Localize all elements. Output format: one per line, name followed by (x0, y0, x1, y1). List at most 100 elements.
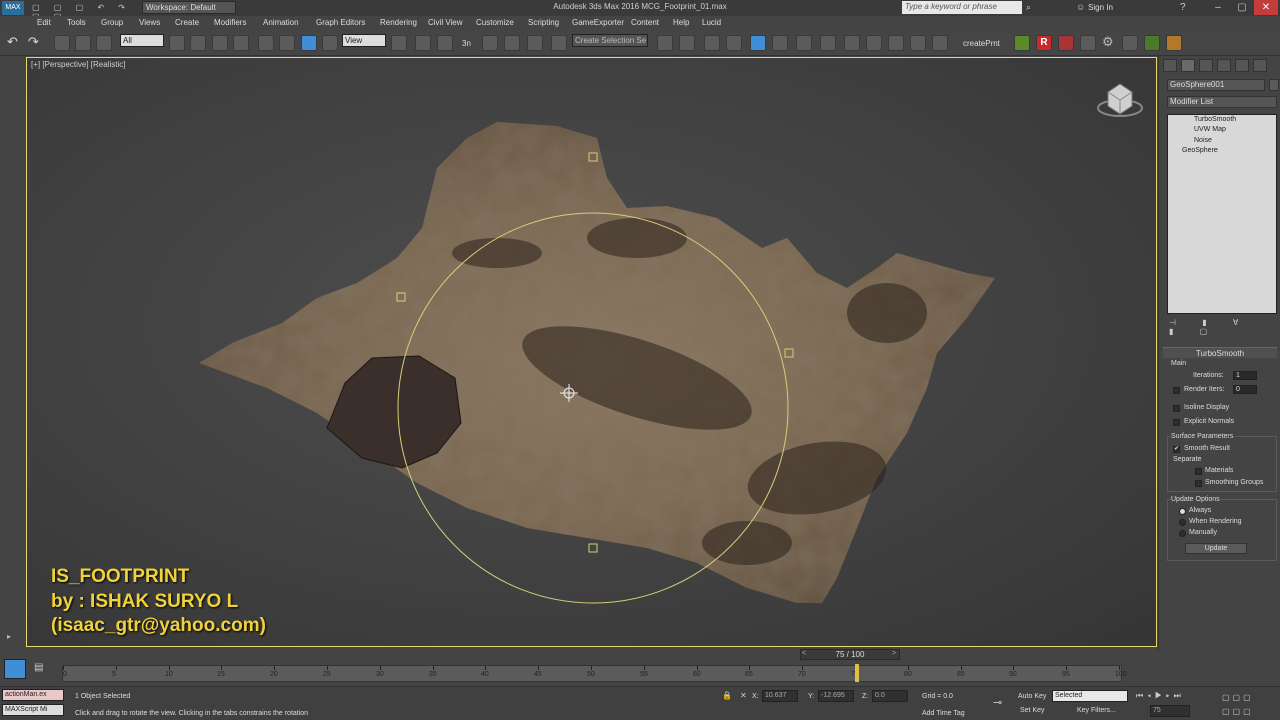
set-key-button[interactable]: Set Key (1020, 707, 1045, 714)
render-setup-icon[interactable] (844, 35, 860, 51)
redo-icon[interactable]: ↷ (28, 35, 44, 51)
script-tool-2-icon[interactable] (1058, 35, 1074, 51)
always-radio[interactable] (1179, 508, 1186, 515)
window-crossing-icon[interactable] (233, 35, 249, 51)
object-name-field[interactable]: GeoSphere001 (1167, 79, 1265, 91)
stack-tool-icons[interactable]: ⊣ ▮ ∀ ▮ ▢ (1169, 318, 1277, 336)
layer-manager-icon[interactable] (726, 35, 742, 51)
when-rendering-radio[interactable] (1179, 519, 1186, 526)
bind-spacewarp-icon[interactable] (96, 35, 112, 51)
y-coordinate-field[interactable]: -12.695 (818, 690, 854, 702)
modify-tab-icon[interactable] (1181, 59, 1195, 72)
pivot-center-icon[interactable] (391, 35, 407, 51)
script-tool-3-icon[interactable] (1080, 35, 1096, 51)
smooth-result-checkbox[interactable]: ✔ (1173, 446, 1180, 453)
menu-gameexporter[interactable]: GameExporter (572, 18, 624, 27)
explicit-normals-checkbox[interactable] (1173, 419, 1180, 426)
snap-toggle-label[interactable]: 3n (462, 39, 471, 48)
hierarchy-tab-icon[interactable] (1199, 59, 1213, 72)
menu-views[interactable]: Views (139, 18, 160, 27)
minimize-button[interactable]: – (1206, 0, 1230, 15)
reference-coord-dropdown[interactable]: View (342, 34, 386, 47)
help-icon[interactable]: ? (1180, 2, 1192, 14)
render-production-icon[interactable] (888, 35, 904, 51)
script-tool-1-icon[interactable] (1014, 35, 1030, 51)
update-button[interactable]: Update (1185, 543, 1247, 554)
activeshade-icon[interactable] (932, 35, 948, 51)
schematic-view-icon[interactable] (796, 35, 812, 51)
sign-in-button[interactable]: Sign In (1088, 3, 1113, 12)
menu-group[interactable]: Group (101, 18, 123, 27)
stack-item-uvw-map[interactable]: UVW Map (1168, 125, 1276, 135)
mini-curve-editor-icon[interactable] (4, 659, 26, 679)
create-tab-icon[interactable] (1163, 59, 1177, 72)
frame-ruler[interactable]: 0510152025303540455055606570758085909510… (62, 664, 1127, 682)
render-iterative-icon[interactable] (910, 35, 926, 51)
undo-icon[interactable]: ↶ (7, 35, 23, 51)
unlink-icon[interactable] (75, 35, 91, 51)
layer-explorer-icon[interactable] (704, 35, 720, 51)
script-tool-6-icon[interactable] (1166, 35, 1182, 51)
script-tool-4-icon[interactable] (1122, 35, 1138, 51)
expand-arrow-icon[interactable]: ▸ (7, 632, 11, 641)
motion-tab-icon[interactable] (1217, 59, 1231, 72)
select-object-icon[interactable] (169, 35, 185, 51)
mirror-icon[interactable] (657, 35, 673, 51)
spinner-snap-icon[interactable] (527, 35, 543, 51)
select-manipulate-icon[interactable] (415, 35, 431, 51)
close-button[interactable]: ✕ (1254, 0, 1278, 15)
angle-snap-icon[interactable] (482, 35, 498, 51)
menu-content[interactable]: Content (631, 18, 659, 27)
material-editor-icon[interactable] (820, 35, 836, 51)
createprnt-script-button[interactable]: createPrnt (963, 39, 1000, 48)
search-icon[interactable]: ⌕ (1026, 2, 1038, 14)
key-mode-dropdown[interactable]: Selected (1052, 690, 1128, 702)
slider-prev-arrow-icon[interactable]: < (802, 650, 806, 657)
stack-item-turbosmooth[interactable]: TurboSmooth (1168, 115, 1276, 125)
ribbon-toggle-icon[interactable] (750, 35, 766, 51)
materials-checkbox[interactable] (1195, 468, 1202, 475)
stack-item-noise[interactable]: Noise (1168, 136, 1276, 146)
current-frame-field[interactable]: 75 (1150, 705, 1190, 717)
smoothing-groups-checkbox[interactable] (1195, 480, 1202, 487)
menu-graph-editors[interactable]: Graph Editors (316, 18, 365, 27)
rotate-icon[interactable] (279, 35, 295, 51)
rect-selection-icon[interactable] (212, 35, 228, 51)
menu-edit[interactable]: Edit (37, 18, 51, 27)
percent-snap-icon[interactable] (504, 35, 520, 51)
viewport-label[interactable]: [+] [Perspective] [Realistic] (31, 60, 125, 69)
time-slider[interactable]: 75 / 100 (800, 649, 900, 660)
slider-next-arrow-icon[interactable]: > (892, 650, 896, 657)
menu-modifiers[interactable]: Modifiers (214, 18, 246, 27)
placement-icon[interactable] (322, 35, 338, 51)
rendered-frame-icon[interactable] (866, 35, 882, 51)
maxscript-listener[interactable]: actionMan.ex (2, 689, 64, 701)
selection-filter-dropdown[interactable]: All (120, 34, 164, 47)
stack-item-geosphere[interactable]: GeoSphere (1168, 146, 1276, 156)
playback-controls[interactable]: ⏮◂▶▸⏭ (1136, 691, 1220, 701)
render-iters-checkbox[interactable] (1173, 387, 1180, 394)
keyboard-shortcut-icon[interactable] (437, 35, 453, 51)
maximize-button[interactable]: ▢ (1230, 0, 1254, 15)
add-time-tag[interactable]: Add Time Tag (922, 710, 965, 717)
perspective-viewport[interactable] (26, 57, 1157, 647)
manually-radio[interactable] (1179, 530, 1186, 537)
menu-animation[interactable]: Animation (263, 18, 299, 27)
lock-icon[interactable]: 🔒 (722, 691, 732, 700)
current-frame-marker[interactable] (855, 664, 859, 682)
gear-icon[interactable]: ⚙ (1102, 35, 1118, 51)
maxscript-mini[interactable]: MAXScript Mi (2, 704, 64, 716)
modifier-list-dropdown[interactable]: Modifier List (1167, 96, 1277, 108)
object-color-swatch[interactable] (1269, 79, 1279, 91)
auto-key-button[interactable]: Auto Key (1018, 693, 1046, 700)
menu-create[interactable]: Create (175, 18, 199, 27)
z-coordinate-field[interactable]: 0.0 (872, 690, 908, 702)
search-input[interactable]: Type a keyword or phrase (902, 1, 1022, 14)
curve-editor-icon[interactable] (772, 35, 788, 51)
scale-icon[interactable] (301, 35, 317, 51)
move-icon[interactable] (258, 35, 274, 51)
menu-civil-view[interactable]: Civil View (428, 18, 463, 27)
link-icon[interactable] (54, 35, 70, 51)
display-tab-icon[interactable] (1235, 59, 1249, 72)
key-icon[interactable]: ⊸ (993, 696, 1002, 709)
